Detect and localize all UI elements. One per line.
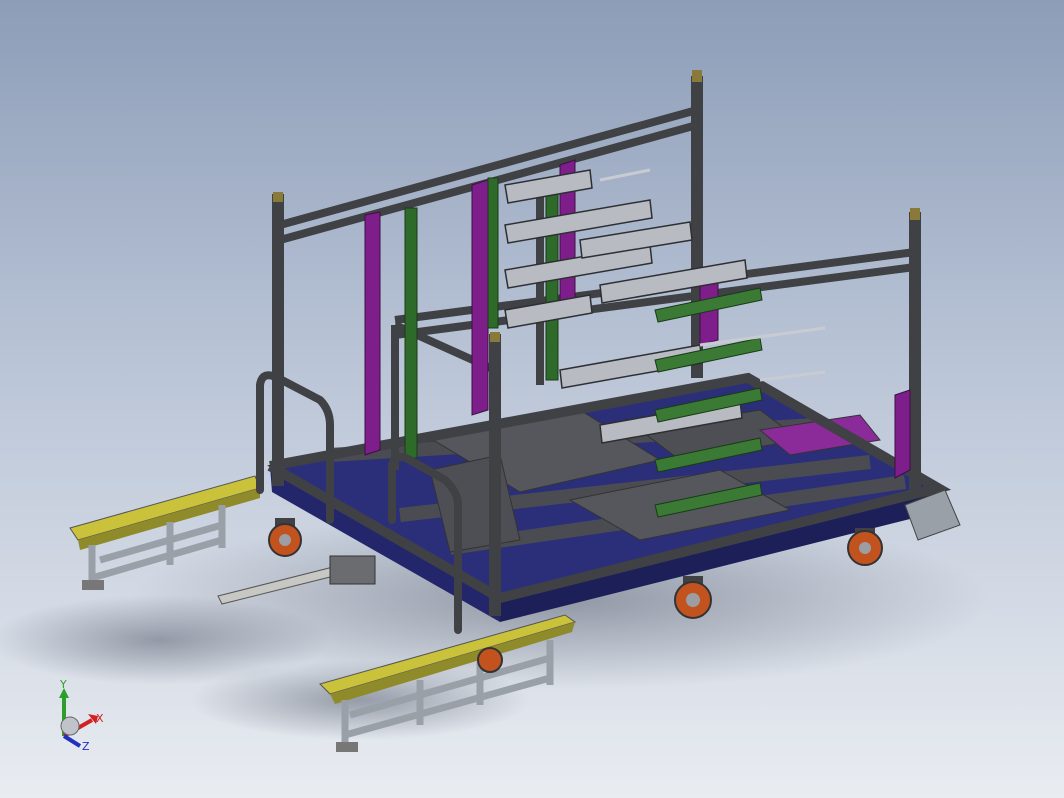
- cart-assembly-model[interactable]: [0, 0, 1064, 798]
- caster-wheel: [268, 518, 302, 557]
- caster-wheel: [847, 528, 883, 566]
- triad-origin-icon: [60, 716, 80, 736]
- 3d-viewport[interactable]: Y X Z: [0, 0, 1064, 798]
- y-axis-label: Y: [59, 678, 67, 691]
- x-axis-label: X: [96, 712, 104, 725]
- z-axis-line: [62, 734, 82, 748]
- caster-wheel: [477, 647, 503, 673]
- view-orientation-triad[interactable]: Y X Z: [48, 678, 118, 758]
- z-axis-label: Z: [82, 740, 90, 753]
